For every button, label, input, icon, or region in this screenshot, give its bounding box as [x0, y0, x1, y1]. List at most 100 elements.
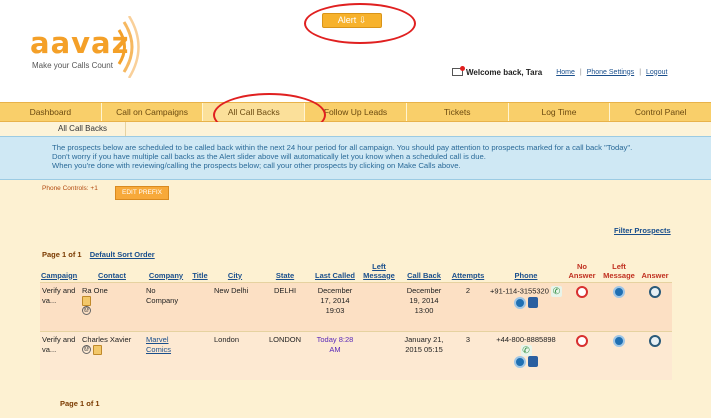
user-bar: Welcome back, Tara Home | Phone Settings…: [452, 66, 667, 78]
signal-waves-icon: [117, 16, 140, 78]
col-city[interactable]: City: [212, 260, 258, 282]
col-campaign[interactable]: Campaign: [40, 260, 80, 282]
col-no-answer: No Answer: [568, 261, 596, 280]
pin-icon[interactable]: [528, 356, 539, 367]
phone-number: +91-114-3155320: [490, 285, 549, 295]
cell-call-back: January 21, 2015 05:15: [400, 330, 448, 380]
col-left-message[interactable]: Left Message: [358, 260, 400, 282]
cell-title: [188, 281, 212, 331]
tab-log-time[interactable]: Log Time: [509, 103, 611, 121]
phone-number: +44-800-8885898: [496, 334, 556, 344]
email-icon[interactable]: @: [82, 345, 91, 355]
answer-icon[interactable]: [649, 334, 661, 347]
email-icon[interactable]: @: [82, 306, 91, 316]
tab-follow-up-leads[interactable]: Follow Up Leads: [305, 103, 407, 121]
pagination-bottom: Page 1 of 1: [60, 399, 100, 408]
cell-no-answer: [564, 281, 600, 331]
subnav-all-call-backs[interactable]: All Call Backs: [40, 122, 126, 136]
col-attempts[interactable]: Attempts: [448, 260, 488, 282]
cell-last-called: December 17, 2014 19:03: [312, 281, 358, 331]
phone-settings-link[interactable]: Phone Settings: [587, 69, 634, 76]
col-title[interactable]: Title: [188, 260, 212, 282]
cell-attempts: 3: [448, 330, 488, 380]
cell-city: New Delhi: [212, 281, 258, 331]
col-answer: Answer: [641, 270, 669, 280]
phone-call-icon[interactable]: ✆: [520, 344, 532, 356]
tab-dashboard[interactable]: Dashboard: [0, 103, 102, 121]
tab-tickets[interactable]: Tickets: [407, 103, 509, 121]
cell-campaign: Verify and va...: [40, 330, 80, 380]
cell-phone: +44-800-8885898 ✆: [488, 330, 564, 380]
col-last-called[interactable]: Last Called: [312, 260, 358, 282]
cell-campaign: Verify and va...: [40, 281, 80, 331]
answer-icon[interactable]: [649, 285, 661, 298]
edit-prefix-button[interactable]: EDIT PREFIX: [115, 186, 169, 200]
phone-call-icon[interactable]: ✆: [550, 285, 562, 297]
main-nav: Dashboard Call on Campaigns All Call Bac…: [0, 102, 711, 122]
pin-icon[interactable]: [528, 297, 539, 308]
cell-left-message: [358, 330, 400, 380]
table-header-row: Campaign Contact Company Title City Stat…: [40, 260, 672, 282]
cell-call-back: December 19, 2014 13:00: [400, 281, 448, 331]
alert-button[interactable]: Alert ⇩: [322, 13, 382, 28]
header: aavaz Make your Calls Count Alert ⇩ Welc…: [0, 0, 711, 102]
note-icon[interactable]: [93, 344, 103, 355]
company-link[interactable]: Marvel Comics: [146, 335, 171, 354]
separator: |: [639, 68, 642, 76]
filter-prospects-link[interactable]: Filter Prospects: [614, 226, 671, 235]
voicemail-icon[interactable]: [613, 334, 625, 347]
call-backs-table: Campaign Contact Company Title City Stat…: [40, 260, 672, 380]
info-line: The prospects below are scheduled to be …: [52, 143, 633, 152]
sms-icon[interactable]: [513, 296, 526, 309]
contact-name: Ra One: [82, 285, 108, 295]
cell-state: LONDON: [258, 330, 312, 380]
cell-left-message-action: [600, 330, 638, 380]
separator: |: [579, 68, 582, 76]
phone-controls-label: Phone Controls: +1: [42, 185, 98, 192]
no-answer-icon[interactable]: [576, 334, 588, 347]
logout-link[interactable]: Logout: [646, 69, 667, 76]
sub-nav: All Call Backs: [0, 122, 711, 136]
logo-tagline: Make your Calls Count: [32, 61, 113, 70]
cell-left-message-action: [600, 281, 638, 331]
table-row: Verify and va... Charles Xavier @ Marvel…: [40, 330, 672, 380]
cell-phone: +91-114-3155320 ✆: [488, 281, 564, 331]
voicemail-icon[interactable]: [613, 285, 625, 298]
col-left-message-action: Left Message: [603, 261, 635, 280]
envelope-icon[interactable]: [452, 66, 465, 76]
main-content: Phone Controls: +1 EDIT PREFIX Filter Pr…: [0, 180, 711, 418]
sms-icon[interactable]: [513, 355, 526, 368]
info-line: Don't worry if you have multiple call ba…: [52, 152, 486, 161]
cell-answer: [638, 330, 672, 380]
cell-last-called: Today 8:28 AM: [312, 330, 358, 380]
info-line: When you're done with reviewing/calling …: [52, 161, 461, 170]
logo[interactable]: aavaz Make your Calls Count: [30, 16, 150, 78]
tab-all-call-backs[interactable]: All Call Backs: [203, 103, 306, 121]
cell-no-answer: [564, 330, 600, 380]
cell-answer: [638, 281, 672, 331]
logo-text: aavaz: [30, 26, 130, 60]
cell-state: DELHI: [258, 281, 312, 331]
col-company[interactable]: Company: [144, 260, 188, 282]
cell-city: London: [212, 330, 258, 380]
col-call-back[interactable]: Call Back: [400, 260, 448, 282]
cell-title: [188, 330, 212, 380]
info-banner: The prospects below are scheduled to be …: [0, 136, 711, 180]
table-row: Verify and va... Ra One @ No Company New…: [40, 281, 672, 331]
cell-attempts: 2: [448, 281, 488, 331]
pagination-top: Page 1 of 1 Default Sort Order: [42, 250, 155, 259]
cell-company: No Company: [144, 281, 188, 331]
cell-left-message: [358, 281, 400, 331]
tab-call-on-campaigns[interactable]: Call on Campaigns: [102, 103, 204, 121]
cell-company: Marvel Comics: [144, 330, 188, 380]
note-icon[interactable]: [82, 295, 91, 306]
welcome-text: Welcome back, Tara: [466, 67, 543, 77]
sort-order-link[interactable]: Default Sort Order: [90, 250, 155, 259]
col-contact[interactable]: Contact: [80, 260, 144, 282]
col-phone[interactable]: Phone: [488, 260, 564, 282]
no-answer-icon[interactable]: [576, 285, 588, 298]
home-link[interactable]: Home: [556, 69, 575, 76]
tab-control-panel[interactable]: Control Panel: [610, 103, 711, 121]
col-state[interactable]: State: [258, 260, 312, 282]
cell-contact: Ra One @: [80, 281, 144, 331]
